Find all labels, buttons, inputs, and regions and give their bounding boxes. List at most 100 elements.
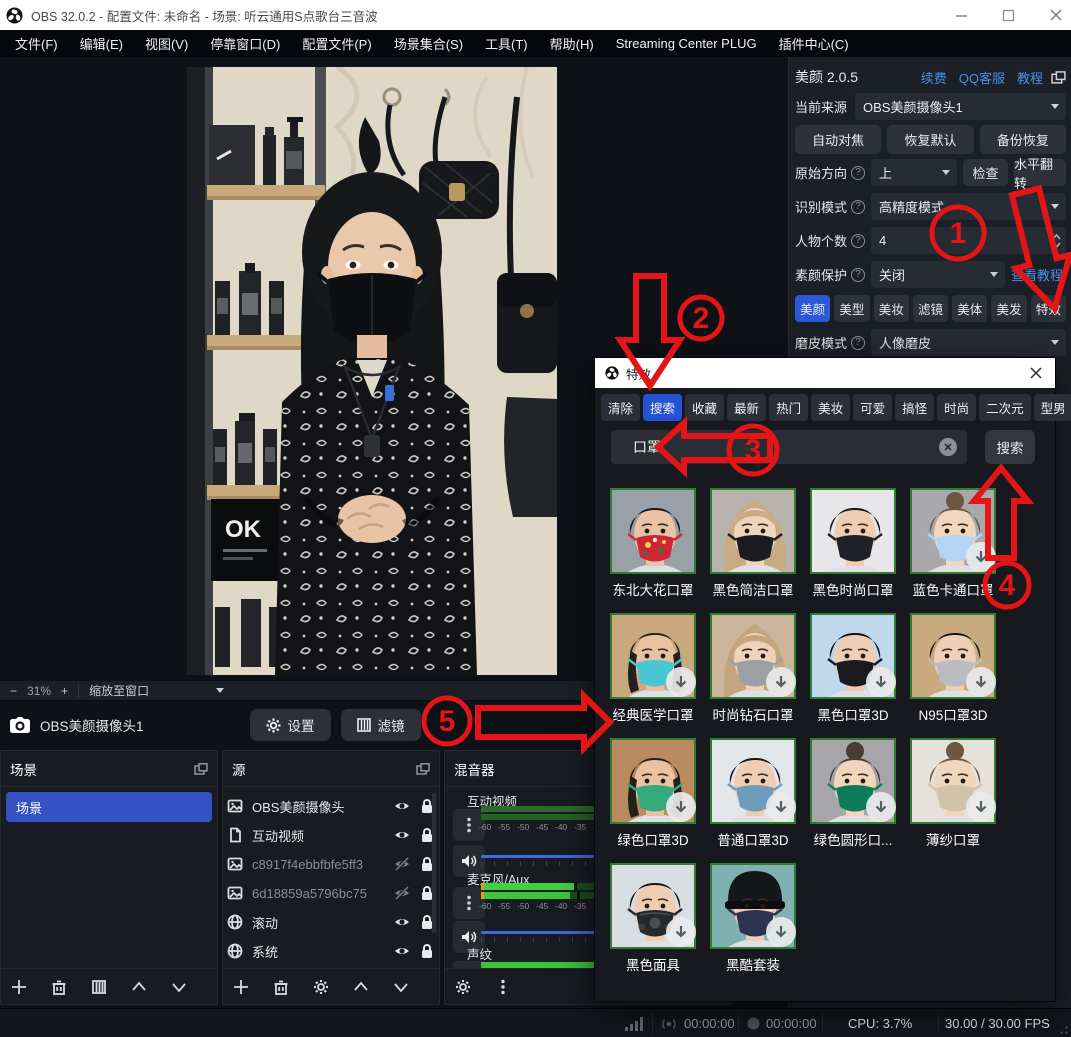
renew-link[interactable]: 续费 [921,68,947,87]
source-row[interactable]: 滚动 [227,908,435,936]
help-icon[interactable]: ? [851,166,865,180]
remove-button[interactable] [273,979,289,995]
clear-search-icon[interactable] [939,438,957,456]
download-icon[interactable] [866,667,896,697]
beauty-tab-滤镜[interactable]: 滤镜 [913,295,948,322]
eye-off-icon[interactable] [394,856,410,872]
check-button[interactable]: 检查 [963,159,1008,186]
menu-item[interactable]: 停靠窗口(D) [199,30,291,57]
source-row[interactable]: c8917f4ebbfbfe5ff3 [227,850,435,878]
effect-category-tab[interactable]: 最新 [727,394,766,421]
effect-category-tab[interactable]: 二次元 [979,394,1031,421]
source-row[interactable]: OBS美颜摄像头 [227,792,435,820]
dialog-close-icon[interactable] [1029,366,1043,380]
spinner-arrows-icon[interactable] [1052,233,1061,249]
menu-item[interactable]: Streaming Center PLUG [605,30,768,57]
popout-icon[interactable] [1051,71,1066,84]
view-tutorial-link[interactable]: 查看教程 [1011,265,1063,284]
menu-item[interactable]: 帮助(H) [539,30,605,57]
help-icon[interactable]: ? [851,268,865,282]
menu-item[interactable]: 配置文件(P) [291,30,382,57]
effect-category-tab[interactable]: 时尚 [937,394,976,421]
download-icon[interactable] [666,917,696,947]
fit-to-window[interactable]: 缩放至窗口 [89,682,149,699]
beauty-tab-特效[interactable]: 特效 [1031,295,1066,322]
eye-icon[interactable] [394,943,410,959]
eye-off-icon[interactable] [394,885,410,901]
effect-category-tab[interactable]: 收藏 [685,394,724,421]
source-row[interactable]: 互动视频 [227,821,435,849]
scene-list-item[interactable]: 场景 [6,792,212,822]
effect-item-thumbnail[interactable] [710,488,796,574]
download-icon[interactable] [666,667,696,697]
detect-mode-dropdown[interactable]: 高精度模式 [871,193,1066,220]
menu-item[interactable]: 场景集合(S) [383,30,474,57]
help-icon[interactable]: ? [851,336,865,350]
download-icon[interactable] [966,542,996,572]
gear-button[interactable] [313,979,329,995]
dots-button[interactable] [495,979,511,995]
remove-button[interactable] [51,979,67,995]
download-icon[interactable] [966,792,996,822]
bare-face-protect-dropdown[interactable]: 关闭 [871,261,1005,288]
search-button[interactable]: 搜索 [985,430,1035,464]
effect-category-tab[interactable]: 可爱 [853,394,892,421]
beauty-tab-美颜[interactable]: 美颜 [795,295,830,322]
orientation-dropdown[interactable]: 上 [871,159,957,186]
download-icon[interactable] [966,667,996,697]
effect-category-tab[interactable]: 清除 [601,394,640,421]
backup-restore-button[interactable]: 备份恢复 [980,125,1066,154]
eye-icon[interactable] [394,827,410,843]
effect-category-tab[interactable]: 热门 [769,394,808,421]
filters-button[interactable]: 滤镜 [341,709,421,741]
person-count-input[interactable]: 4 [871,227,1066,254]
close-button[interactable] [1049,8,1063,22]
lock-icon[interactable] [419,943,435,959]
effect-item-thumbnail[interactable] [810,488,896,574]
move-up-button[interactable] [131,979,147,995]
effect-category-tab[interactable]: 美妆 [811,394,850,421]
menu-item[interactable]: 工具(T) [474,30,539,57]
zoom-in-button[interactable]: + [61,684,68,698]
beauty-tab-美体[interactable]: 美体 [952,295,987,322]
download-icon[interactable] [766,667,796,697]
qq-support-link[interactable]: QQ客服 [959,68,1005,87]
menu-item[interactable]: 视图(V) [134,30,199,57]
download-icon[interactable] [766,792,796,822]
effect-search-input[interactable]: 口罩 [611,430,967,464]
eye-icon[interactable] [394,798,410,814]
add-button[interactable] [11,979,27,995]
zoom-out-button[interactable]: − [10,684,17,698]
skin-mode-dropdown[interactable]: 人像磨皮 [871,329,1066,356]
popout-icon[interactable] [194,763,208,775]
current-source-dropdown[interactable]: OBS美颜摄像头1 [855,93,1066,120]
download-icon[interactable] [866,792,896,822]
tutorial-link[interactable]: 教程 [1017,68,1043,87]
beauty-tab-美发[interactable]: 美发 [991,295,1026,322]
source-row[interactable]: 系统 [227,937,435,965]
effect-category-tab[interactable]: 型男 [1034,394,1071,421]
filter-button[interactable] [91,979,107,995]
beauty-tab-美妆[interactable]: 美妆 [874,295,909,322]
resize-grip[interactable] [1060,1026,1068,1034]
move-down-button[interactable] [393,979,409,995]
menu-item[interactable]: 编辑(E) [69,30,134,57]
beauty-tab-美型[interactable]: 美型 [834,295,869,322]
effect-category-tab[interactable]: 搜索 [643,394,682,421]
add-button[interactable] [233,979,249,995]
help-icon[interactable]: ? [851,234,865,248]
menu-item[interactable]: 插件中心(C) [768,30,860,57]
download-icon[interactable] [766,917,796,947]
chevron-down-icon[interactable] [215,687,225,694]
effect-item-thumbnail[interactable] [610,488,696,574]
gear-button[interactable] [455,979,471,995]
scrollbar[interactable] [432,793,436,933]
download-icon[interactable] [666,792,696,822]
settings-button[interactable]: 设置 [250,709,331,741]
help-icon[interactable]: ? [851,200,865,214]
eye-icon[interactable] [394,914,410,930]
autofocus-button[interactable]: 自动对焦 [795,125,881,154]
maximize-button[interactable] [1002,9,1015,22]
source-row[interactable]: 6d18859a5796bc75 [227,879,435,907]
effect-category-tab[interactable]: 搞怪 [895,394,934,421]
